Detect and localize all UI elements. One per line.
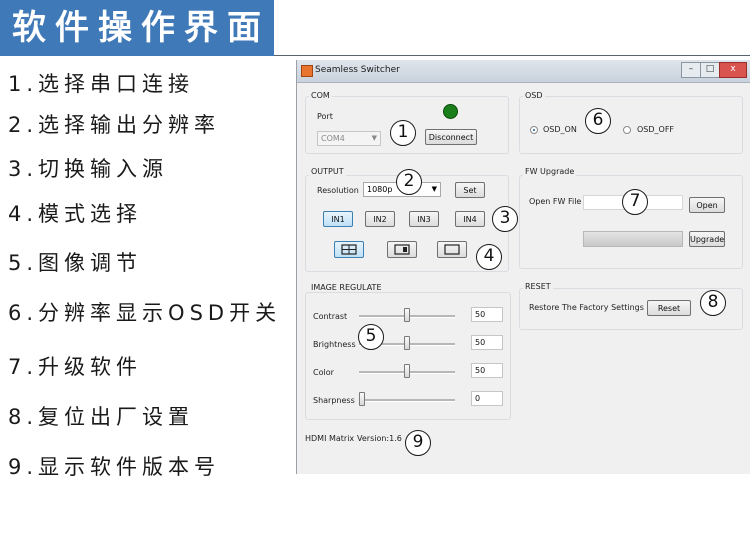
- osd-off-radio[interactable]: [623, 126, 631, 134]
- contrast-label: Contrast: [313, 312, 348, 321]
- callout-6: 6: [585, 108, 611, 134]
- legend-item-5: 5.图像调节: [8, 251, 143, 275]
- image-regulate-group-label: IMAGE REGULATE: [309, 283, 384, 292]
- upgrade-button[interactable]: Upgrade: [689, 231, 725, 247]
- brightness-value: 50: [471, 335, 503, 350]
- disconnect-button[interactable]: Disconnect: [425, 129, 477, 145]
- resolution-value: 1080p: [367, 185, 393, 194]
- osd-group-label: OSD: [523, 91, 545, 100]
- upgrade-progress-bar: [583, 231, 683, 247]
- callout-1: 1: [390, 120, 416, 146]
- osd-on-label: OSD_ON: [543, 125, 577, 134]
- sharpness-slider-track[interactable]: [359, 399, 455, 402]
- open-fw-button[interactable]: Open: [689, 197, 725, 213]
- legend-item-9: 9.显示软件版本号: [8, 455, 221, 479]
- input-in4-button[interactable]: IN4: [455, 211, 485, 227]
- header-divider: [274, 55, 750, 56]
- quad-layout-button[interactable]: [334, 241, 364, 258]
- connection-status-led: [443, 104, 458, 119]
- com-group-label: COM: [309, 91, 332, 100]
- legend-item-1: 1.选择串口连接: [8, 72, 195, 96]
- fw-upgrade-group-label: FW Upgrade: [523, 167, 577, 176]
- sharpness-slider-thumb[interactable]: [359, 392, 365, 406]
- output-group-label: OUTPUT: [309, 167, 346, 176]
- single-layout-button[interactable]: [437, 241, 467, 258]
- port-select[interactable]: COM4 ▼: [317, 131, 381, 146]
- callout-9: 9: [405, 430, 431, 456]
- quad-layout-icon: [341, 244, 357, 255]
- color-label: Color: [313, 368, 334, 377]
- osd-on-radio[interactable]: [530, 126, 538, 134]
- callout-5: 5: [358, 324, 384, 350]
- window-title: Seamless Switcher: [315, 65, 400, 75]
- callout-7: 7: [622, 189, 648, 215]
- callout-8: 8: [700, 290, 726, 316]
- callout-4: 4: [476, 244, 502, 270]
- chevron-down-icon: ▼: [431, 185, 437, 193]
- legend-item-6: 6.分辨率显示OSD开关: [8, 301, 282, 325]
- contrast-value: 50: [471, 307, 503, 322]
- restore-factory-label: Restore The Factory Settings: [529, 303, 644, 312]
- app-window: Seamless Switcher – □ x COM Port COM4 ▼ …: [296, 60, 750, 474]
- legend-item-3: 3.切换输入源: [8, 157, 169, 181]
- sharpness-value: 0: [471, 391, 503, 406]
- chevron-down-icon: ▼: [371, 134, 377, 142]
- version-label: Version:1.6: [357, 434, 402, 443]
- contrast-slider-thumb[interactable]: [404, 308, 410, 322]
- window-titlebar[interactable]: Seamless Switcher – □ x: [297, 60, 750, 83]
- header-title: 软件操作界面: [12, 8, 270, 48]
- close-button[interactable]: x: [719, 62, 747, 78]
- minimize-button[interactable]: –: [681, 62, 701, 78]
- reset-group-label: RESET: [523, 282, 553, 291]
- callout-3: 3: [492, 206, 518, 232]
- color-slider-thumb[interactable]: [404, 364, 410, 378]
- open-fw-label: Open FW File: [529, 197, 582, 206]
- set-resolution-button[interactable]: Set: [455, 182, 485, 198]
- maximize-button[interactable]: □: [700, 62, 720, 78]
- input-in2-button[interactable]: IN2: [365, 211, 395, 227]
- pip-layout-icon: [394, 244, 410, 255]
- input-in3-button[interactable]: IN3: [409, 211, 439, 227]
- legend-item-7: 7.升级软件: [8, 355, 143, 379]
- color-value: 50: [471, 363, 503, 378]
- app-icon: [301, 65, 313, 77]
- pip-layout-button[interactable]: [387, 241, 417, 258]
- input-in1-button[interactable]: IN1: [323, 211, 353, 227]
- sharpness-label: Sharpness: [313, 396, 355, 405]
- resolution-label: Resolution: [317, 186, 359, 195]
- port-value: COM4: [321, 134, 345, 143]
- legend-item-8: 8.复位出厂设置: [8, 405, 195, 429]
- port-label: Port: [317, 112, 333, 121]
- callout-2: 2: [396, 169, 422, 195]
- header-banner: 软件操作界面: [0, 0, 274, 56]
- brightness-slider-thumb[interactable]: [404, 336, 410, 350]
- legend-item-2: 2.选择输出分辨率: [8, 113, 221, 137]
- osd-off-label: OSD_OFF: [637, 125, 675, 134]
- single-layout-icon: [444, 244, 460, 255]
- brightness-label: Brightness: [313, 340, 356, 349]
- product-name: HDMI Matrix: [305, 434, 355, 443]
- legend-item-4: 4.模式选择: [8, 202, 143, 226]
- reset-button[interactable]: Reset: [647, 300, 691, 316]
